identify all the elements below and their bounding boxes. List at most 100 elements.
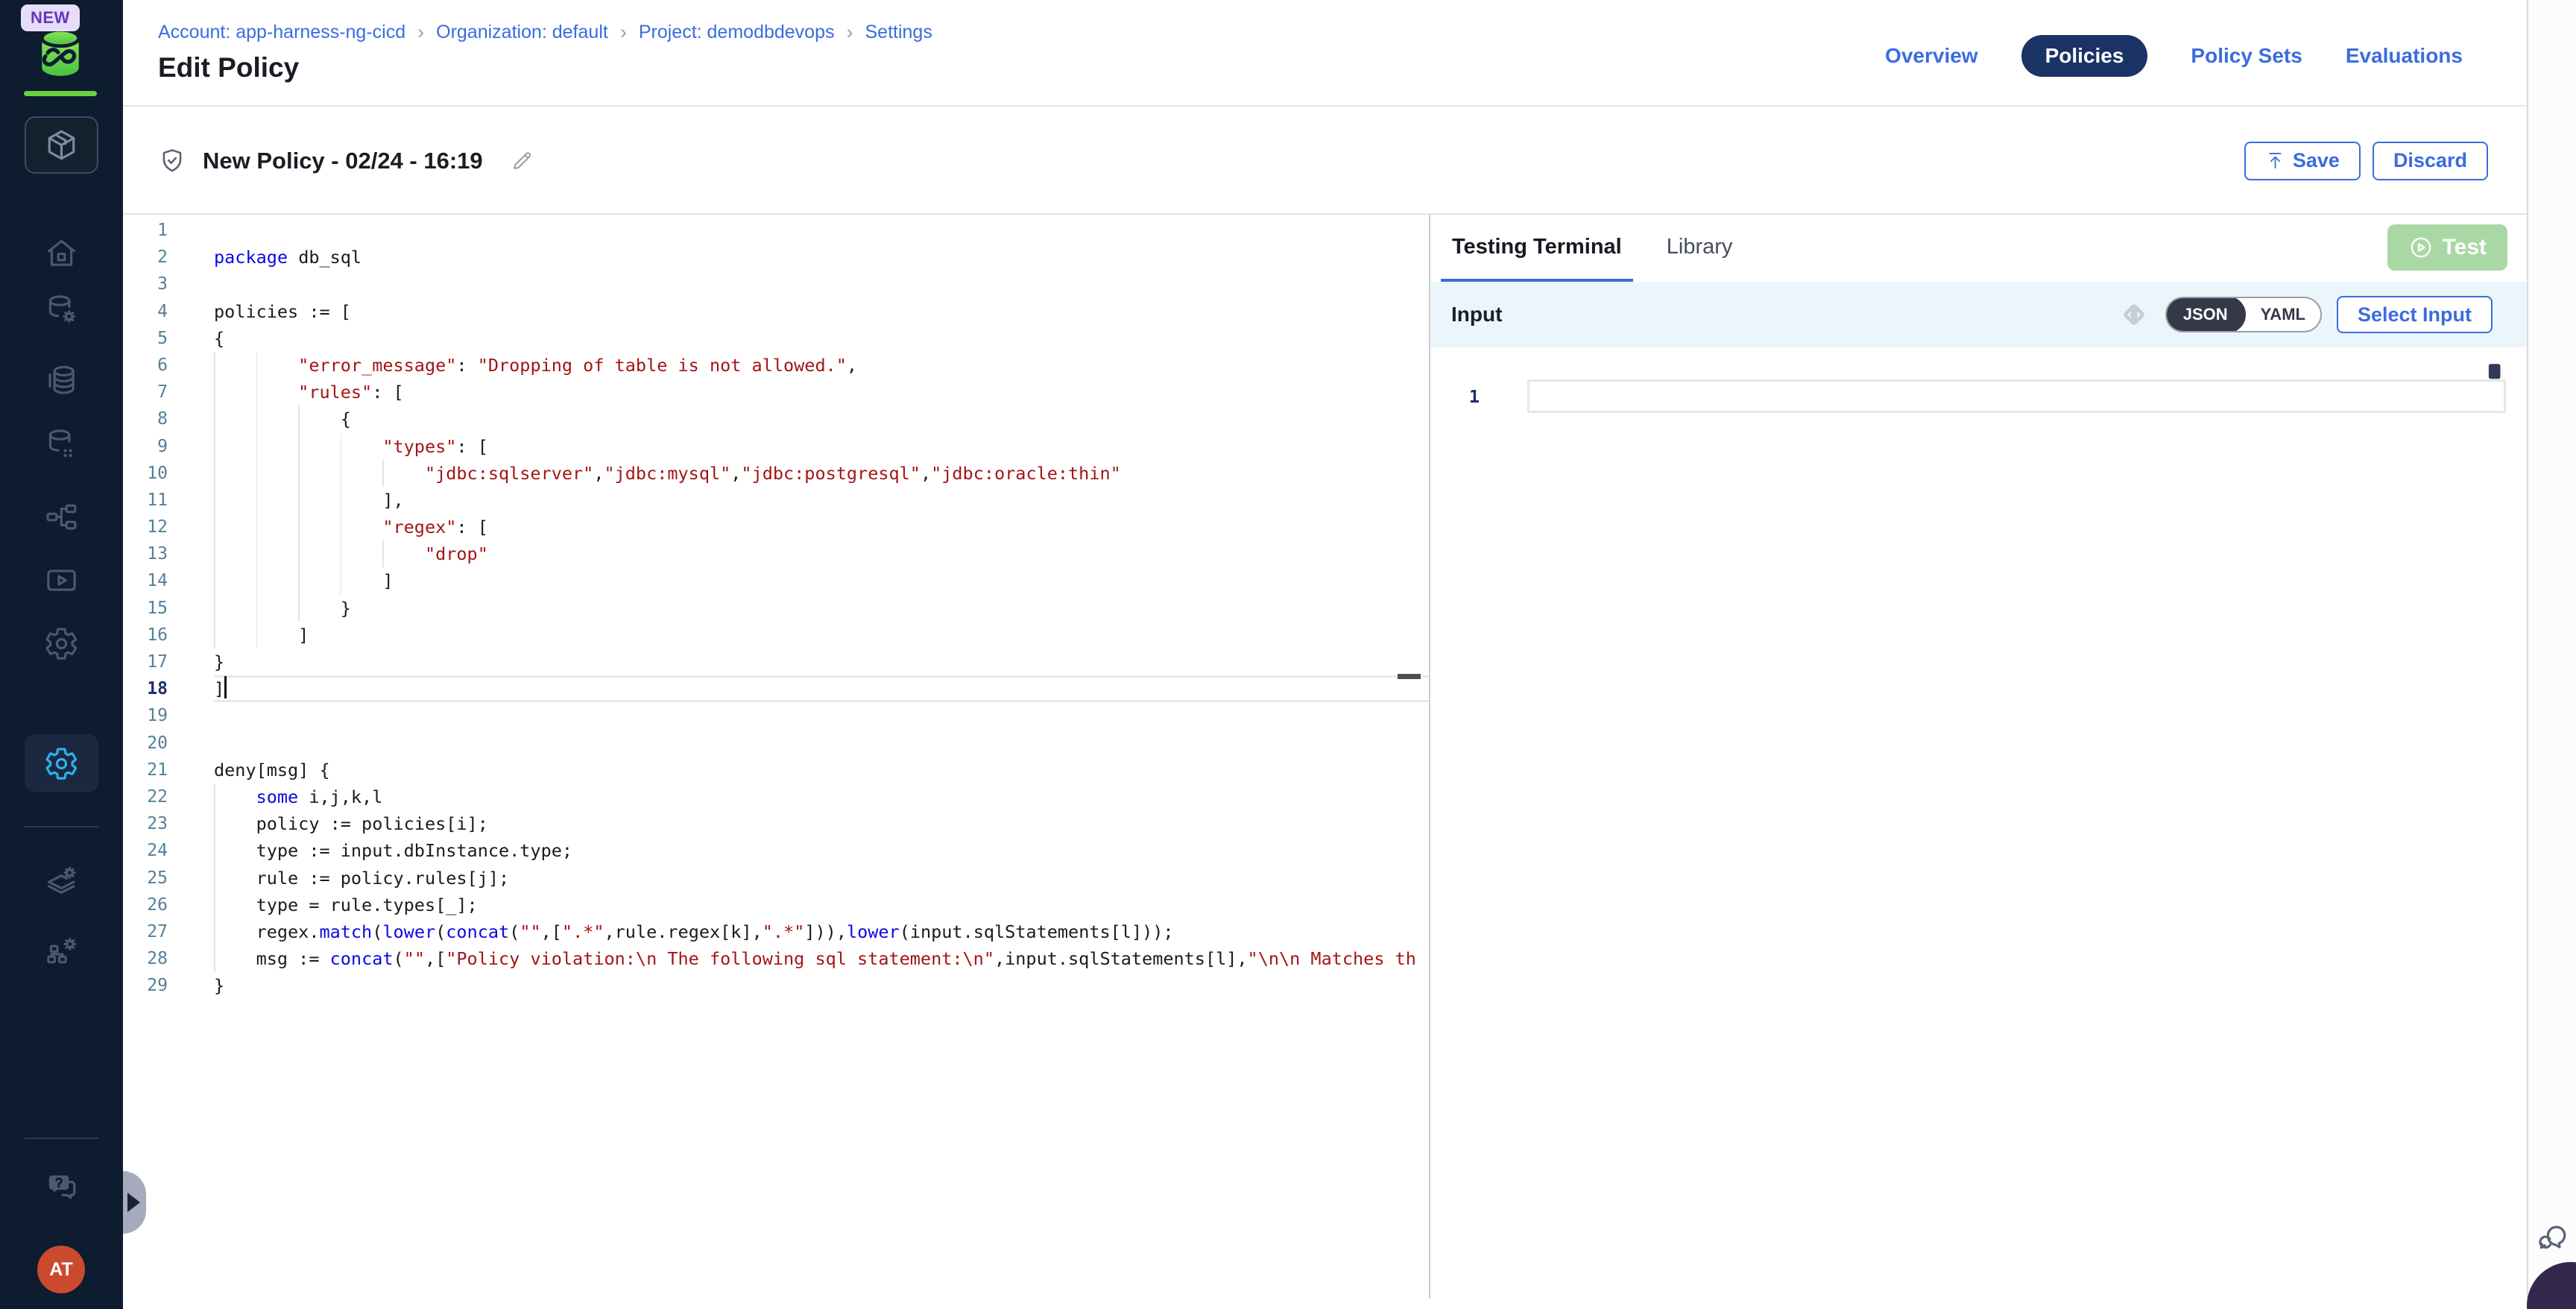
tab-library[interactable]: Library (1655, 215, 1744, 282)
policy-code-editor[interactable]: 12package db_sql34policies := [5{6"error… (123, 215, 1429, 1299)
breadcrumb-separator: › (847, 21, 853, 44)
line-number: 27 (123, 918, 171, 945)
code-line-15[interactable]: 15} (123, 595, 1429, 622)
code-line-22[interactable]: 22some i,j,k,l (123, 783, 1429, 810)
code-line-1[interactable]: 1 (123, 217, 1429, 244)
code-line-24[interactable]: 24type := input.dbInstance.type; (123, 837, 1429, 864)
line-number: 28 (123, 945, 171, 972)
code-line-18[interactable]: 18] (123, 675, 1429, 702)
line-number: 23 (123, 810, 171, 837)
code-line-20[interactable]: 20 (123, 730, 1429, 757)
tab-testing-terminal[interactable]: Testing Terminal (1441, 215, 1633, 282)
edit-name-pencil-icon[interactable] (510, 149, 534, 173)
harness-db-devops-logo[interactable] (33, 22, 88, 83)
sidebar-item-help[interactable] (0, 1169, 123, 1204)
code-line-14[interactable]: 14] (123, 567, 1429, 594)
right-rail (2527, 0, 2576, 1309)
code-line-13[interactable]: 13"drop" (123, 540, 1429, 567)
sidebar-item-db-instances[interactable] (0, 292, 123, 327)
sidebar-item-settings[interactable] (0, 626, 123, 661)
code-line-5[interactable]: 5{ (123, 325, 1429, 352)
input-line-1[interactable]: 1 (1430, 379, 2527, 413)
sitemap-gear-icon (44, 933, 79, 968)
sidebar-item-divider-2 (25, 1138, 98, 1139)
nav-evaluations[interactable]: Evaluations (2346, 44, 2463, 68)
nav-overview[interactable]: Overview (1885, 44, 1978, 68)
breadcrumb-separator: › (417, 21, 424, 44)
chat-widget-button[interactable] (2527, 1262, 2576, 1309)
line-number: 24 (123, 837, 171, 864)
code-line-7[interactable]: 7"rules": [ (123, 379, 1429, 406)
sidebar-item-pipelines[interactable] (0, 499, 123, 534)
sidebar-item-db-data[interactable] (0, 426, 123, 461)
sidebar: NEW AT (0, 0, 123, 1309)
input-active-line[interactable] (1527, 379, 2506, 413)
format-toggle[interactable]: JSONYAML (2165, 297, 2322, 332)
edit-policy-page: NEW AT Account: app-harness-ng-cicd › Orga… (0, 0, 2576, 1309)
line-number: 1 (123, 217, 171, 244)
code-line-10[interactable]: 10"jdbc:sqlserver","jdbc:mysql","jdbc:po… (123, 460, 1429, 487)
cube-icon (44, 127, 79, 163)
test-button[interactable]: Test (2387, 224, 2507, 271)
code-line-16[interactable]: 16] (123, 622, 1429, 649)
code-line-26[interactable]: 26type = rule.types[_]; (123, 892, 1429, 918)
code-line-8[interactable]: 8{ (123, 406, 1429, 432)
code-line-12[interactable]: 12"regex": [ (123, 514, 1429, 540)
chat-bubbles-icon[interactable] (2534, 1218, 2570, 1254)
avatar[interactable]: AT (37, 1246, 85, 1293)
code-line-3[interactable]: 3 (123, 271, 1429, 297)
code-line-29[interactable]: 29} (123, 972, 1429, 999)
code-line-21[interactable]: 21deny[msg] { (123, 757, 1429, 783)
code-line-23[interactable]: 23policy := policies[i]; (123, 810, 1429, 837)
input-line-number: 1 (1430, 386, 1484, 407)
code-line-9[interactable]: 9"types": [ (123, 433, 1429, 460)
line-number: 8 (123, 406, 171, 432)
discard-button[interactable]: Discard (2373, 142, 2488, 180)
line-number: 2 (123, 244, 171, 271)
select-input-button[interactable]: Select Input (2337, 296, 2493, 333)
line-number: 21 (123, 757, 171, 783)
sidebar-item-account-settings[interactable] (0, 864, 123, 899)
video-play-icon (44, 563, 79, 598)
code-line-2[interactable]: 2package db_sql (123, 244, 1429, 271)
code-line-17[interactable]: 17} (123, 649, 1429, 675)
sidebar-item-divider-1 (25, 826, 98, 827)
sidebar-item-org-settings[interactable] (0, 933, 123, 968)
line-number: 26 (123, 892, 171, 918)
code-line-11[interactable]: 11], (123, 487, 1429, 514)
format-option-json[interactable]: JSON (2165, 297, 2246, 332)
sidebar-item-executions[interactable] (0, 563, 123, 598)
breadcrumb-link[interactable]: Project: demodbdevops (639, 22, 835, 43)
input-header: Input JSONYAML Select Input (1430, 282, 2527, 347)
text-cursor (224, 676, 227, 698)
line-number: 18 (123, 675, 171, 702)
format-option-yaml[interactable]: YAML (2246, 297, 2320, 332)
line-number: 16 (123, 622, 171, 649)
code-line-6[interactable]: 6"error_message": "Dropping of table is … (123, 352, 1429, 379)
code-line-19[interactable]: 19 (123, 702, 1429, 729)
code-line-25[interactable]: 25rule := policy.rules[j]; (123, 865, 1429, 892)
line-number: 22 (123, 783, 171, 810)
test-input-editor[interactable]: 1 (1430, 379, 2527, 413)
sidebar-item-project-settings[interactable] (25, 734, 98, 792)
sidebar-item-module-db-devops[interactable] (25, 116, 98, 174)
module-underline (24, 91, 97, 96)
code-line-4[interactable]: 4policies := [ (123, 298, 1429, 325)
layers-gear-icon (44, 864, 79, 899)
help-chat-icon (44, 1169, 79, 1204)
sidebar-item-databases[interactable] (0, 362, 123, 397)
save-button[interactable]: Save (2244, 142, 2361, 180)
line-number: 11 (123, 487, 171, 514)
code-line-28[interactable]: 28msg := concat("",["Policy violation:\n… (123, 945, 1429, 972)
line-number: 25 (123, 865, 171, 892)
nav-policy-sets[interactable]: Policy Sets (2191, 44, 2302, 68)
line-number: 9 (123, 433, 171, 460)
play-circle-icon (2408, 235, 2434, 260)
breadcrumb-link[interactable]: Organization: default (436, 22, 608, 43)
sidebar-item-home[interactable] (0, 236, 123, 271)
breadcrumb-link[interactable]: Account: app-harness-ng-cicd (158, 22, 405, 43)
top-nav: Overview Policies Policy Sets Evaluations (1885, 35, 2463, 77)
nav-policies[interactable]: Policies (2021, 35, 2148, 77)
code-line-27[interactable]: 27regex.match(lower(concat("",[".*",rule… (123, 918, 1429, 945)
breadcrumb-link[interactable]: Settings (865, 22, 932, 43)
